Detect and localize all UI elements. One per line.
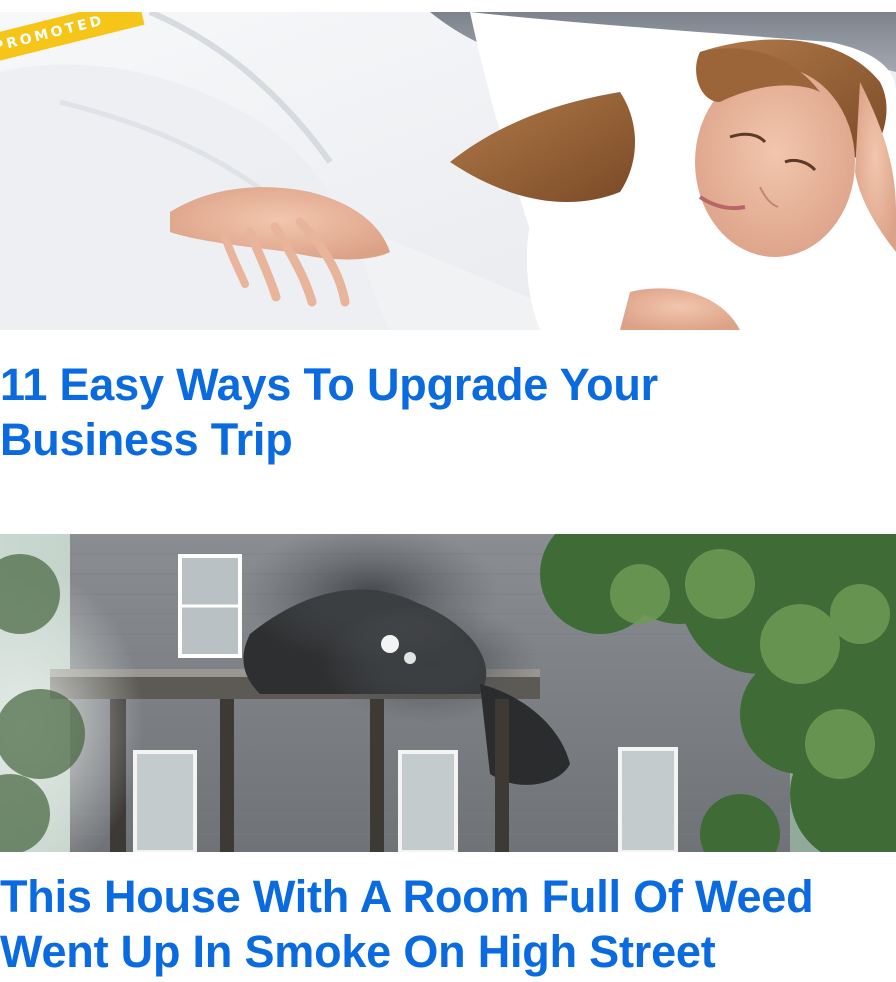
feed-item[interactable]: This House With A Room Full Of Weed Went… (0, 534, 896, 979)
promoted-badge: PROMOTED (0, 12, 160, 72)
promoted-badge-label: PROMOTED (0, 12, 145, 71)
feed-item-thumbnail[interactable]: PROMOTED (0, 12, 896, 330)
burning-house-image (0, 534, 896, 852)
feed-item-promoted[interactable]: PROMOTED 11 Easy Ways To Upgrade Your Bu… (0, 12, 896, 467)
feed-item-headline[interactable]: 11 Easy Ways To Upgrade Your Business Tr… (0, 357, 760, 467)
feed-item-thumbnail[interactable] (0, 534, 896, 852)
feed-item-headline[interactable]: This House With A Room Full Of Weed Went… (0, 869, 890, 979)
